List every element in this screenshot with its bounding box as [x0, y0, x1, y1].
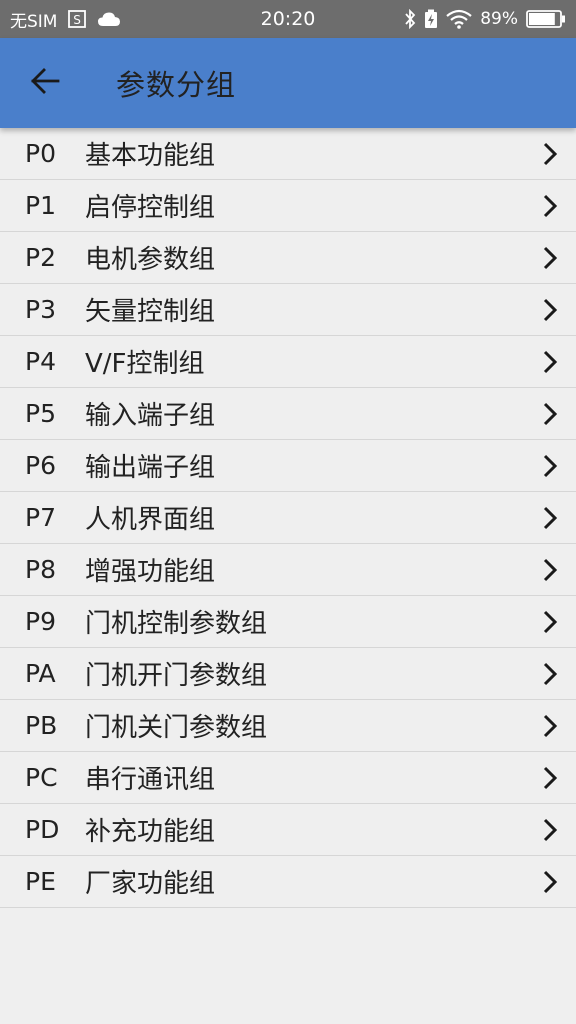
- back-button[interactable]: [0, 38, 90, 128]
- chevron-right-icon: [524, 193, 576, 219]
- chevron-right-icon: [524, 401, 576, 427]
- group-code: P9: [25, 607, 56, 636]
- list-item[interactable]: P1 启停控制组: [0, 180, 576, 232]
- group-name: 门机开门参数组: [85, 661, 268, 691]
- group-code: PB: [25, 711, 58, 740]
- group-code: P4: [25, 347, 56, 376]
- list-item[interactable]: PA 门机开门参数组: [0, 648, 576, 700]
- list-item[interactable]: P0 基本功能组: [0, 128, 576, 180]
- cloud-icon: [97, 11, 121, 27]
- list-item[interactable]: PB 门机关门参数组: [0, 700, 576, 752]
- group-name: 矢量控制组: [85, 297, 216, 327]
- group-name: 门机控制参数组: [85, 609, 268, 639]
- bluetooth-icon: [404, 9, 416, 29]
- group-name: 补充功能组: [85, 817, 216, 847]
- chevron-right-icon: [524, 453, 576, 479]
- group-name: 输入端子组: [85, 401, 216, 431]
- app-bar: 参数分组: [0, 38, 576, 128]
- group-code: PA: [25, 659, 56, 688]
- carrier-label: 无SIM: [10, 11, 58, 32]
- group-name: 增强功能组: [85, 557, 216, 587]
- chevron-right-icon: [524, 349, 576, 375]
- group-name: 电机参数组: [85, 245, 216, 275]
- group-code: P3: [25, 295, 56, 324]
- battery-icon: [526, 10, 566, 28]
- group-name: 门机关门参数组: [85, 713, 268, 743]
- battery-saver-icon: [424, 9, 438, 29]
- group-name: 启停控制组: [85, 193, 216, 223]
- chevron-right-icon: [524, 245, 576, 271]
- arrow-left-icon: [30, 67, 60, 99]
- group-code: P0: [25, 139, 56, 168]
- group-code: P5: [25, 399, 56, 428]
- chevron-right-icon: [524, 505, 576, 531]
- page-title: 参数分组: [116, 68, 237, 102]
- list-item[interactable]: P5 输入端子组: [0, 388, 576, 440]
- chevron-right-icon: [524, 141, 576, 167]
- group-name: 串行通讯组: [85, 765, 216, 795]
- list-item[interactable]: P2 电机参数组: [0, 232, 576, 284]
- sim-card-icon: S: [67, 9, 87, 29]
- status-bar: 无SIM S 20:20 89%: [0, 0, 576, 38]
- chevron-right-icon: [524, 609, 576, 635]
- group-code: P7: [25, 503, 56, 532]
- chevron-right-icon: [524, 297, 576, 323]
- chevron-right-icon: [524, 765, 576, 791]
- group-code: P6: [25, 451, 56, 480]
- group-code: PE: [25, 867, 56, 896]
- group-code: P8: [25, 555, 56, 584]
- chevron-right-icon: [524, 817, 576, 843]
- group-code: PD: [25, 815, 60, 844]
- list-item[interactable]: P7 人机界面组: [0, 492, 576, 544]
- list-item[interactable]: P6 输出端子组: [0, 440, 576, 492]
- list-item[interactable]: PD 补充功能组: [0, 804, 576, 856]
- wifi-icon: [446, 9, 472, 29]
- group-code: P1: [25, 191, 56, 220]
- chevron-right-icon: [524, 713, 576, 739]
- chevron-right-icon: [524, 661, 576, 687]
- list-item[interactable]: PC 串行通讯组: [0, 752, 576, 804]
- list-item[interactable]: P4 V/F控制组: [0, 336, 576, 388]
- group-name: V/F控制组: [85, 349, 205, 379]
- list-item[interactable]: P8 增强功能组: [0, 544, 576, 596]
- group-code: P2: [25, 243, 56, 272]
- chevron-right-icon: [524, 869, 576, 895]
- group-name: 厂家功能组: [85, 869, 216, 899]
- group-name: 输出端子组: [85, 453, 216, 483]
- svg-text:S: S: [74, 13, 82, 27]
- group-code: PC: [25, 763, 58, 792]
- battery-percent: 89%: [480, 9, 518, 29]
- group-name: 基本功能组: [85, 141, 216, 171]
- list-item[interactable]: PE 厂家功能组: [0, 856, 576, 908]
- parameter-group-list: P0 基本功能组 P1 启停控制组 P2 电机参数组 P3 矢量控制组 P4 V/F控制组 P5 输入…: [0, 128, 576, 908]
- group-name: 人机界面组: [85, 505, 216, 535]
- chevron-right-icon: [524, 557, 576, 583]
- list-item[interactable]: P3 矢量控制组: [0, 284, 576, 336]
- list-item[interactable]: P9 门机控制参数组: [0, 596, 576, 648]
